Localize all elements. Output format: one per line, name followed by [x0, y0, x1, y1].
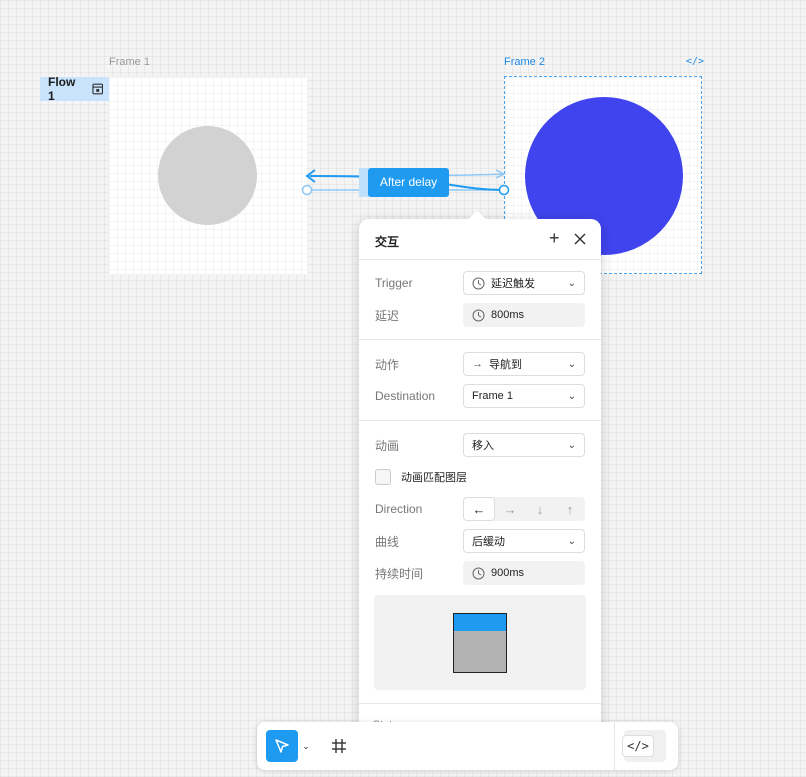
add-interaction-icon[interactable]: +: [549, 228, 560, 249]
duration-input[interactable]: 900ms: [463, 561, 585, 585]
duration-label: 持续时间: [375, 566, 424, 581]
cursor-icon: [275, 739, 289, 753]
smart-animate-checkbox[interactable]: [375, 469, 391, 485]
trigger-select[interactable]: 延迟触发 ⌄: [463, 271, 585, 295]
frame1[interactable]: [109, 77, 307, 274]
chevron-down-icon: ⌄: [567, 535, 576, 547]
destination-label: Destination: [375, 389, 436, 403]
frame-tool-button[interactable]: [326, 732, 352, 760]
action-select[interactable]: → 导航到 ⌄: [463, 352, 585, 376]
trigger-label: Trigger: [375, 276, 413, 290]
destination-value: Frame 1: [472, 390, 513, 402]
dev-mode-button[interactable]: </>: [622, 730, 666, 762]
flow-starting-point-tag[interactable]: Flow 1: [40, 75, 109, 103]
animation-value: 移入: [472, 440, 494, 452]
curve-label: 曲线: [375, 534, 400, 549]
direction-left-button[interactable]: ←: [463, 497, 495, 521]
smart-animate-label: 动画匹配图层: [401, 472, 467, 484]
chevron-down-icon: ⌄: [567, 390, 576, 402]
delay-input[interactable]: 800ms: [463, 303, 585, 327]
delay-row: 延迟 800ms: [375, 303, 585, 327]
curve-select[interactable]: 后缓动 ⌄: [463, 529, 585, 553]
frame-grid-icon: [332, 739, 346, 753]
trigger-value: 延迟触发: [491, 278, 535, 290]
toolbar-divider: [614, 722, 615, 770]
flow-start-icon: [91, 83, 103, 95]
direction-label: Direction: [375, 502, 423, 516]
delay-label: 延迟: [375, 308, 400, 323]
action-label: 动作: [375, 357, 400, 372]
direction-up-button[interactable]: ↑: [555, 497, 585, 521]
action-value: 导航到: [489, 359, 522, 371]
close-icon[interactable]: [574, 233, 586, 245]
animation-label: 动画: [375, 438, 400, 453]
interaction-panel: 交互 + Trigger 延迟触发 ⌄ 延迟 800ms 动作 → 导航到 ⌄ …: [359, 210, 601, 749]
destination-row: Destination Frame 1 ⌄: [375, 384, 585, 408]
panel-title: 交互: [375, 235, 400, 249]
chevron-down-icon: ⌄: [567, 358, 576, 370]
move-tool-menu-chevron-icon[interactable]: ⌄: [301, 738, 311, 754]
arrow-right-icon: →: [472, 358, 483, 370]
chevron-down-icon: ⌄: [567, 277, 576, 289]
code-icon: </>: [622, 735, 654, 757]
gray-circle[interactable]: [158, 126, 257, 225]
delay-value: 800ms: [491, 309, 525, 321]
flow-label: Flow 1: [48, 75, 76, 103]
frame2-label[interactable]: Frame 2: [504, 56, 545, 68]
after-delay-badge[interactable]: After delay: [368, 168, 449, 197]
destination-select[interactable]: Frame 1 ⌄: [463, 384, 585, 408]
timer-icon: [472, 277, 485, 289]
move-tool-button[interactable]: [266, 730, 298, 762]
chevron-down-icon: ⌄: [567, 439, 576, 451]
trigger-row: Trigger 延迟触发 ⌄: [375, 271, 585, 295]
duration-row: 持续时间 900ms: [375, 561, 585, 585]
direction-right-button[interactable]: →: [495, 497, 525, 521]
divider: [359, 703, 601, 704]
direction-segmented-control: ← → ↓ ↑: [463, 497, 585, 521]
timer-icon: [472, 567, 485, 579]
action-row: 动作 → 导航到 ⌄: [375, 352, 585, 376]
animation-row: 动画 移入 ⌄: [375, 433, 585, 457]
curve-value: 后缓动: [472, 536, 505, 548]
timer-icon: [472, 309, 485, 321]
code-view-icon[interactable]: </>: [686, 56, 704, 67]
divider: [359, 420, 601, 421]
preview-incoming-layer: [454, 614, 506, 631]
direction-row: Direction ← → ↓ ↑: [375, 497, 585, 521]
frame1-label[interactable]: Frame 1: [109, 56, 150, 68]
divider: [359, 339, 601, 340]
animation-select[interactable]: 移入 ⌄: [463, 433, 585, 457]
divider: [359, 259, 601, 260]
animation-preview: [374, 595, 586, 690]
curve-row: 曲线 后缓动 ⌄: [375, 529, 585, 553]
duration-value: 900ms: [491, 567, 525, 579]
panel-pointer: [468, 210, 486, 228]
smart-animate-row: 动画匹配图层: [375, 465, 585, 489]
direction-down-button[interactable]: ↓: [525, 497, 555, 521]
preview-frame: [453, 613, 507, 673]
